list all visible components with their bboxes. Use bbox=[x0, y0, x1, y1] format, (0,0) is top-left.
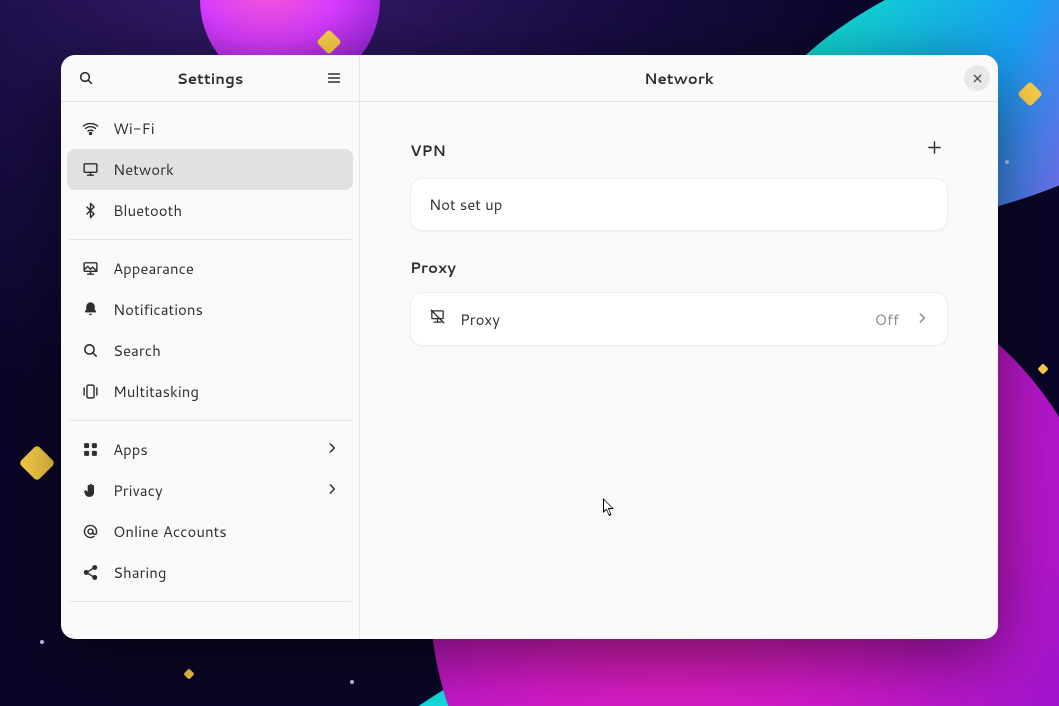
proxy-row-value: Off bbox=[875, 309, 899, 330]
proxy-row[interactable]: Proxy Off bbox=[411, 293, 947, 345]
sidebar-item-label: Notifications bbox=[113, 299, 203, 320]
apps-icon bbox=[81, 441, 99, 458]
sidebar-item-label: Bluetooth bbox=[113, 200, 182, 221]
sidebar-item-network[interactable]: Network bbox=[67, 149, 353, 190]
bell-icon bbox=[81, 301, 99, 318]
sidebar-separator bbox=[69, 601, 351, 602]
bluetooth-icon bbox=[81, 202, 99, 219]
content-header: Network bbox=[360, 55, 998, 102]
vpn-section: VPN Not set up bbox=[410, 136, 948, 231]
sidebar-item-appearance[interactable]: Appearance bbox=[67, 248, 353, 289]
hamburger-icon bbox=[326, 70, 342, 86]
sidebar-title: Settings bbox=[101, 68, 319, 89]
settings-window: Settings Wi-Fi Network Bluetooth Appearance… bbox=[61, 55, 998, 639]
content-title: Network bbox=[394, 68, 964, 89]
proxy-icon bbox=[429, 308, 446, 330]
chevron-right-icon bbox=[915, 309, 929, 330]
vpn-status-text: Not set up bbox=[429, 194, 502, 215]
sidebar-item-apps[interactable]: Apps bbox=[67, 429, 353, 470]
sidebar-separator bbox=[69, 239, 351, 240]
sidebar-item-label: Privacy bbox=[113, 480, 163, 501]
vpn-section-title: VPN bbox=[410, 140, 446, 161]
proxy-section-title: Proxy bbox=[410, 257, 456, 278]
sidebar-separator bbox=[69, 420, 351, 421]
close-button[interactable] bbox=[964, 65, 990, 91]
share-icon bbox=[81, 564, 99, 581]
sidebar-item-search[interactable]: Search bbox=[67, 330, 353, 371]
sidebar-item-sharing[interactable]: Sharing bbox=[67, 552, 353, 593]
vpn-card: Not set up bbox=[410, 178, 948, 231]
sidebar-item-privacy[interactable]: Privacy bbox=[67, 470, 353, 511]
sidebar-item-label: Network bbox=[113, 159, 174, 180]
plus-icon bbox=[926, 139, 943, 161]
sidebar-item-label: Sharing bbox=[113, 562, 166, 583]
search-icon bbox=[78, 70, 94, 86]
display-icon bbox=[81, 161, 99, 178]
proxy-row-label: Proxy bbox=[460, 309, 500, 330]
vpn-status-row: Not set up bbox=[411, 179, 947, 230]
wifi-icon bbox=[81, 120, 99, 137]
chevron-right-icon bbox=[325, 480, 339, 501]
sidebar-item-label: Wi-Fi bbox=[113, 118, 155, 139]
sidebar-item-multitasking[interactable]: Multitasking bbox=[67, 371, 353, 412]
sidebar-item-notifications[interactable]: Notifications bbox=[67, 289, 353, 330]
sidebar-item-online[interactable]: Online Accounts bbox=[67, 511, 353, 552]
hamburger-menu-button[interactable] bbox=[319, 63, 349, 93]
sidebar-header: Settings bbox=[61, 55, 359, 102]
chevron-right-icon bbox=[325, 439, 339, 460]
appearance-icon bbox=[81, 260, 99, 277]
add-vpn-button[interactable] bbox=[920, 136, 948, 164]
content-pane: Network VPN bbox=[360, 55, 998, 639]
magnify-icon bbox=[81, 342, 99, 359]
search-button[interactable] bbox=[71, 63, 101, 93]
sidebar-item-bluetooth[interactable]: Bluetooth bbox=[67, 190, 353, 231]
sidebar: Settings Wi-Fi Network Bluetooth Appearance… bbox=[61, 55, 360, 639]
sidebar-item-label: Search bbox=[113, 340, 161, 361]
close-icon bbox=[972, 68, 983, 89]
multitask-icon bbox=[81, 383, 99, 400]
hand-icon bbox=[81, 482, 99, 499]
sidebar-item-wifi[interactable]: Wi-Fi bbox=[67, 108, 353, 149]
sidebar-item-label: Appearance bbox=[113, 258, 194, 279]
sidebar-item-label: Apps bbox=[113, 439, 148, 460]
at-icon bbox=[81, 523, 99, 540]
content-body: VPN Not set up Proxy bbox=[360, 102, 998, 406]
sidebar-item-label: Multitasking bbox=[113, 381, 199, 402]
sidebar-nav: Wi-Fi Network Bluetooth Appearance Notificat… bbox=[61, 102, 359, 620]
proxy-card: Proxy Off bbox=[410, 292, 948, 346]
sidebar-item-label: Online Accounts bbox=[113, 521, 227, 542]
proxy-section: Proxy Proxy Off bbox=[410, 257, 948, 346]
